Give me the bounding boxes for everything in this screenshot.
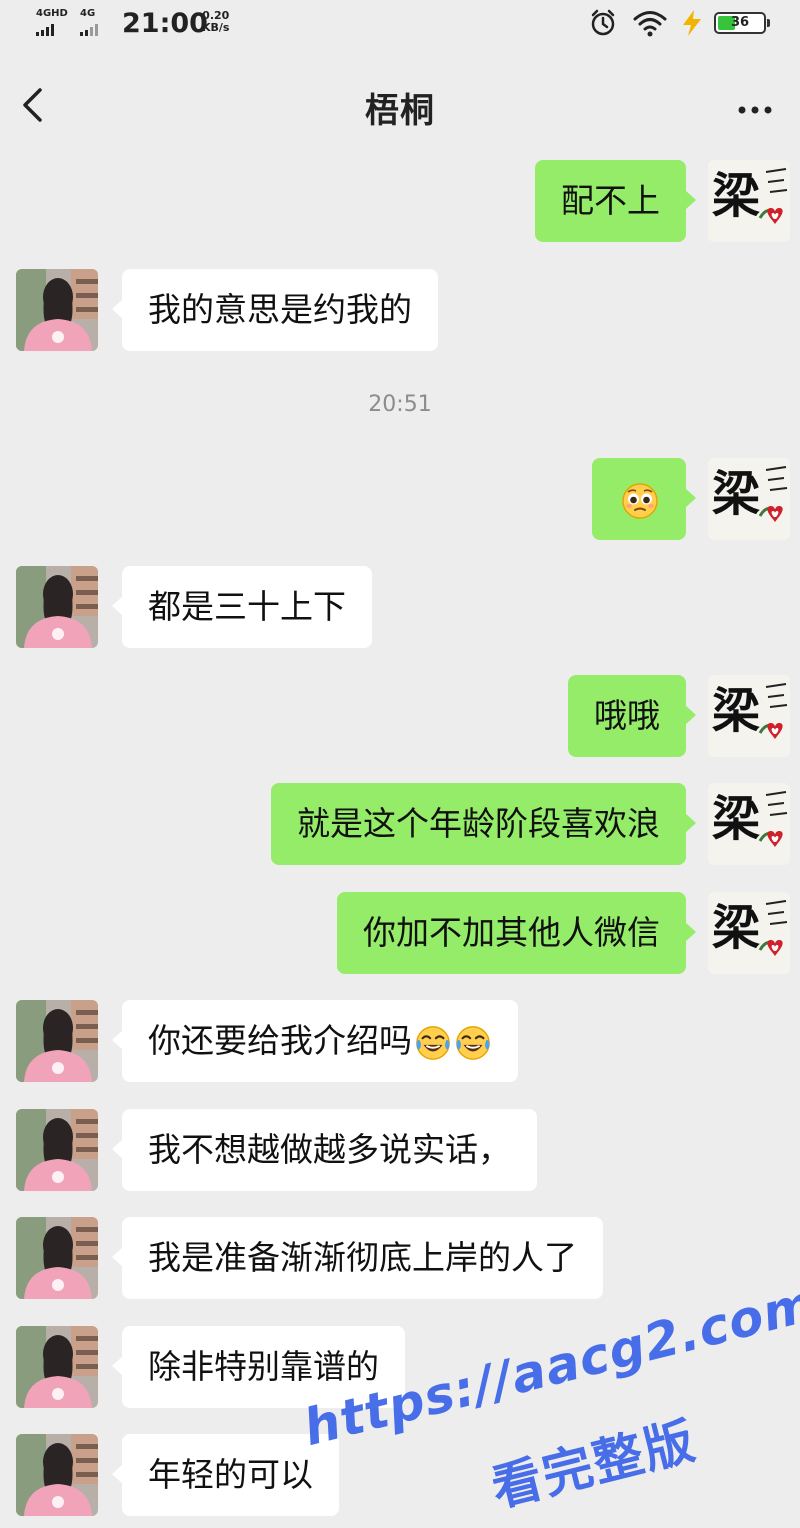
lightning-icon: [683, 10, 701, 36]
network-speed-unit: KB/s: [202, 21, 230, 34]
message-bubble-received[interactable]: 我是准备渐渐彻底上岸的人了: [112, 1217, 603, 1299]
message-text: 除非特别靠谱的: [148, 1347, 379, 1386]
alarm-clock-icon: [591, 9, 615, 36]
contact-avatar[interactable]: [16, 566, 98, 648]
pleading-face-emoji-icon: [622, 482, 658, 519]
message-text: 就是这个年龄阶段喜欢浪: [297, 804, 660, 843]
message-bubble-sent[interactable]: 就是这个年龄阶段喜欢浪: [271, 783, 696, 865]
chat-title: 梧桐: [365, 91, 435, 131]
message-text: 你加不加其他人微信: [363, 913, 660, 952]
message-bubble-sent[interactable]: 配不上: [535, 160, 696, 242]
message-bubble-sent[interactable]: [592, 458, 696, 540]
wifi-icon: [633, 11, 667, 37]
laughing-crying-emoji-icon: [455, 1025, 491, 1060]
network-speed: 0.20 KB/s: [202, 10, 229, 34]
message-bubble-received[interactable]: 都是三十上下: [112, 566, 372, 648]
contact-avatar[interactable]: [16, 1217, 98, 1299]
my-avatar[interactable]: [708, 160, 790, 242]
my-avatar[interactable]: [708, 675, 790, 757]
message-timestamp: 20:51: [368, 392, 432, 417]
message-text: 你还要给我介绍吗: [148, 1021, 412, 1060]
message-bubble-received[interactable]: 你还要给我介绍吗: [112, 1000, 518, 1082]
message-bubble-sent[interactable]: 哦哦: [568, 675, 696, 757]
contact-avatar[interactable]: [16, 1000, 98, 1082]
message-text: 哦哦: [594, 696, 660, 735]
status-clock: 21:00: [122, 8, 208, 39]
message-bubble-received[interactable]: 我不想越做越多说实话，: [112, 1109, 537, 1191]
battery-indicator: 36: [714, 12, 770, 34]
message-bubble-received[interactable]: 年轻的可以: [112, 1434, 339, 1516]
message-text: 都是三十上下: [148, 587, 346, 626]
my-avatar[interactable]: [708, 783, 790, 865]
my-avatar[interactable]: [708, 458, 790, 540]
contact-avatar[interactable]: [16, 1326, 98, 1408]
message-text: 年轻的可以: [148, 1455, 313, 1494]
signal-bars-icon: [36, 24, 54, 36]
contact-avatar[interactable]: [16, 1434, 98, 1516]
message-text: 我的意思是约我的: [148, 290, 412, 329]
more-options-button[interactable]: [730, 95, 780, 125]
message-text: 我是准备渐渐彻底上岸的人了: [148, 1238, 577, 1277]
contact-avatar[interactable]: [16, 1109, 98, 1191]
chat-header: 梧桐: [0, 50, 800, 160]
contact-avatar[interactable]: [16, 269, 98, 351]
message-bubble-received[interactable]: 我的意思是约我的: [112, 269, 438, 351]
signal-bars-icon: [80, 24, 98, 36]
laughing-crying-emoji-icon: [415, 1025, 451, 1060]
battery-level: 36: [730, 15, 750, 30]
message-bubble-sent[interactable]: 你加不加其他人微信: [337, 892, 696, 974]
sim1-label: 4GHD: [36, 8, 68, 19]
message-text: 我不想越做越多说实话，: [148, 1130, 511, 1169]
watermark-subtitle: 看完整版: [485, 1411, 702, 1519]
message-text: 配不上: [561, 181, 660, 220]
sim2-label: 4G: [80, 8, 96, 19]
status-bar: 4GHD 4G 21:00 0.20 KB/s 36: [0, 0, 800, 50]
my-avatar[interactable]: [708, 892, 790, 974]
